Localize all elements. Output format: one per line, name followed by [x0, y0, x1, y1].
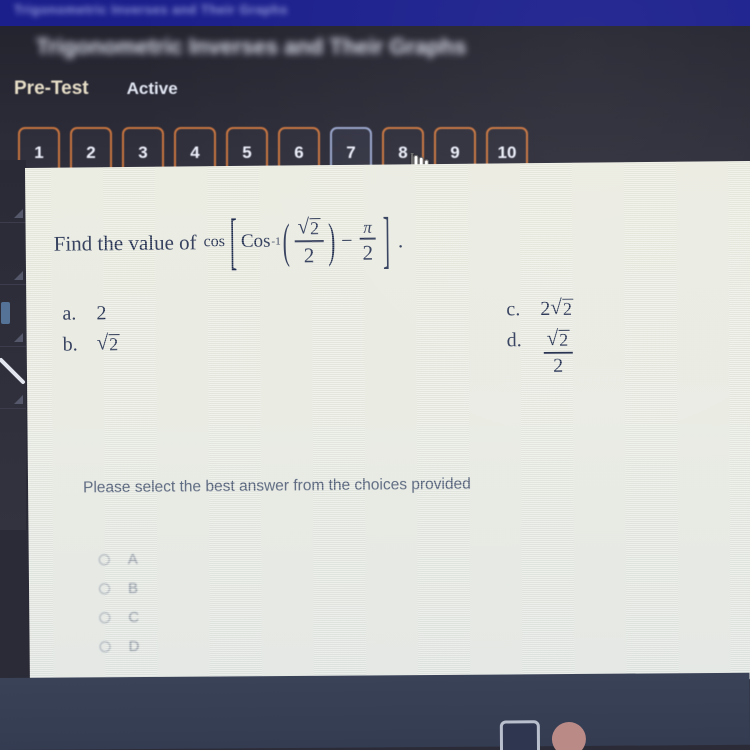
choices-column-right: c. 2 √ 2 d. √ 2 2	[506, 294, 737, 385]
choice-d-value: √ 2 2	[541, 325, 576, 377]
choice-c-radical: √ 2	[550, 294, 574, 319]
choices-column-left: a. 2 b. √ 2	[62, 300, 303, 364]
answer-option-d[interactable]: D	[99, 632, 140, 661]
triangle-marker-icon	[14, 395, 23, 404]
expression-period: .	[397, 228, 404, 253]
triangle-marker-icon	[14, 209, 23, 218]
fraction-bar	[543, 351, 573, 354]
radical-sign-icon: √	[96, 330, 109, 355]
fraction-numerator-radical: √ 2	[294, 214, 323, 239]
choice-a-label: a.	[62, 302, 77, 325]
choice-c-label: c.	[506, 298, 521, 321]
thumbnail-preview-chip	[1, 302, 10, 324]
choice-b-label: b.	[62, 333, 78, 356]
thumbnail-item[interactable]	[0, 160, 26, 223]
thumbnail-item[interactable]	[0, 222, 26, 285]
page-title: Trigonometric Inverses and Their Graphs	[36, 34, 467, 59]
radical-sign-icon: √	[546, 325, 559, 350]
choice-c-radicand: 2	[561, 298, 574, 319]
choice-b-radicand: 2	[108, 334, 120, 355]
monitor-icon[interactable]	[499, 720, 541, 750]
tab-pre-test[interactable]: Pre-Test	[14, 78, 89, 100]
status-badge-active: Active	[126, 79, 178, 98]
slide-thumbnail-strip[interactable]	[0, 160, 26, 530]
inverse-exponent: -1	[271, 236, 281, 249]
open-bracket: [	[229, 204, 238, 278]
radicand-value: 2	[308, 218, 321, 239]
answer-option-a-label: A	[127, 550, 138, 569]
tab-bar: Pre-Test Active	[14, 78, 178, 100]
fraction-denominator: 2	[303, 243, 315, 268]
browser-top-banner: Trigonometric Inverses and Their Graphs	[0, 0, 750, 26]
close-bracket: ]	[382, 203, 391, 276]
question-expression: Find the value of cos [ Cos -1 ( √ 2 2 ) −…	[53, 203, 404, 277]
answer-radio-group: A B C D	[98, 545, 140, 661]
pi-symbol: π	[363, 217, 372, 237]
radical-sign-icon: √	[297, 214, 310, 239]
triangle-marker-icon	[14, 333, 23, 342]
answer-option-a[interactable]: A	[98, 545, 139, 574]
answer-option-b[interactable]: B	[98, 574, 139, 603]
radio-button-icon[interactable]	[98, 554, 110, 566]
device-screen: Trigonometric Inverses and Their Graphs …	[0, 0, 750, 750]
argument-fraction: √ 2 2	[294, 214, 324, 268]
answer-option-c[interactable]: C	[99, 603, 139, 632]
answer-option-d-label: D	[128, 637, 140, 656]
circle-avatar-icon[interactable]	[551, 721, 587, 750]
device-taskbar	[0, 672, 750, 750]
inverse-cos-function: Cos	[240, 231, 271, 253]
fraction-denominator: 2	[362, 241, 374, 266]
answer-option-c-label: C	[128, 608, 140, 627]
choice-c-value: 2 √ 2	[540, 294, 574, 321]
question-stem: Find the value of	[53, 230, 197, 256]
choice-b[interactable]: b. √ 2	[62, 330, 303, 356]
app-chrome: Trigonometric Inverses and Their Graphs …	[0, 26, 750, 181]
answer-option-b-label: B	[127, 579, 139, 598]
choice-d-numerator: √ 2	[544, 325, 573, 350]
fraction-bar	[294, 240, 324, 243]
thumbnail-item[interactable]	[0, 284, 26, 347]
radical-sign-icon: √	[550, 294, 563, 319]
choice-b-value: √ 2	[96, 330, 120, 355]
pi-over-two-fraction: π 2	[359, 217, 376, 266]
radio-button-icon[interactable]	[99, 612, 111, 624]
choice-d-denominator: 2	[553, 354, 564, 377]
thumbnail-item[interactable]	[0, 346, 26, 409]
question-content-panel: Find the value of cos [ Cos -1 ( √ 2 2 ) −…	[25, 161, 750, 686]
fraction-bar	[359, 237, 376, 241]
instruction-text: Please select the best answer from the c…	[82, 475, 471, 497]
choice-d-radicand: 2	[558, 329, 570, 350]
open-paren: (	[282, 213, 290, 269]
choice-a-value: 2	[96, 302, 107, 325]
close-paren: )	[327, 212, 336, 269]
choice-c[interactable]: c. 2 √ 2	[506, 294, 736, 321]
minus-operator: −	[341, 229, 353, 252]
choice-c-coefficient: 2	[540, 297, 551, 321]
choice-d[interactable]: d. √ 2 2	[506, 325, 737, 377]
choice-d-label: d.	[506, 329, 522, 352]
radio-button-icon[interactable]	[99, 641, 111, 653]
choice-a[interactable]: a. 2	[62, 300, 302, 325]
radio-button-icon[interactable]	[98, 583, 111, 595]
choice-d-fraction: √ 2 2	[543, 325, 573, 377]
diagonal-line-icon	[0, 358, 25, 384]
triangle-marker-icon	[14, 271, 23, 280]
outer-cos-function: cos	[203, 233, 226, 251]
banner-title-text: Trigonometric Inverses and Their Graphs	[14, 2, 288, 17]
